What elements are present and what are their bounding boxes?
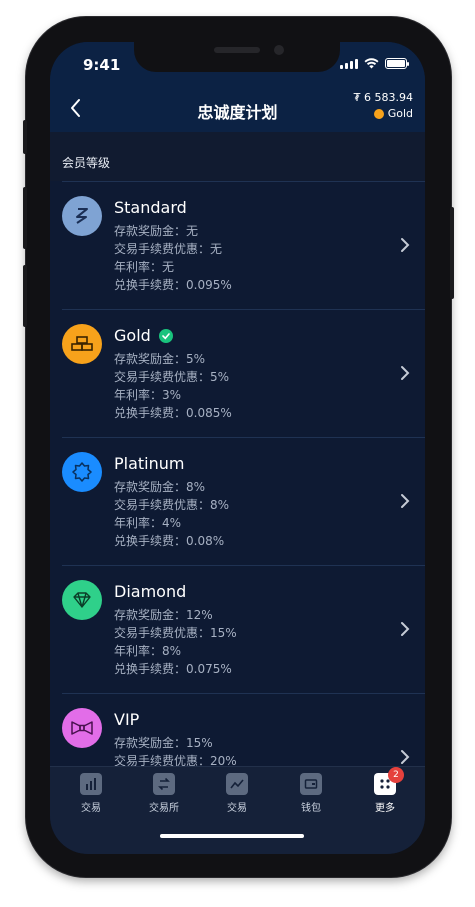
tab-trend[interactable]: 交易 [207,773,267,814]
tier-item-diamond[interactable]: Diamond 存款奖励金：12% 交易手续费优惠：15% 年利率：8% 兑换手… [62,565,425,693]
chevron-right-icon [401,238,410,252]
wallet-icon [300,773,322,795]
tab-label: 交易 [81,803,101,814]
exchange-icon [153,773,175,795]
volume-up-button [23,187,27,249]
annual-rate: 年利率：无 [114,260,175,274]
annual-rate: 年利率：8% [114,644,182,658]
tab-trade[interactable]: 交易 [61,773,121,814]
tab-exchange[interactable]: 交易所 [134,773,194,814]
account-balance[interactable]: ₮ 6 583.94 Gold [354,90,413,122]
exchange-fee: 兑换手续费：0.08% [114,534,225,548]
status-icons [340,58,409,69]
diamond-icon [62,580,102,620]
tier-details: 存款奖励金：12% 交易手续费优惠：15% 年利率：8% 兑换手续费：0.075… [114,606,237,678]
standard-icon [62,196,102,236]
exchange-fee: 兑换手续费：0.095% [114,278,232,292]
deposit-bonus: 存款奖励金：15% [114,736,213,750]
cellular-signal-icon [340,58,358,69]
mute-switch [23,120,27,154]
status-bar: 9:41 [50,42,425,86]
tier-item-gold[interactable]: Gold 存款奖励金：5% 交易手续费优惠：5% 年利率：3% 兑换手续费：0.… [62,309,425,437]
tier-name: Standard [114,198,187,217]
tier-item-standard[interactable]: Standard 存款奖励金：无 交易手续费优惠：无 年利率：无 兑换手续费：0… [62,181,425,309]
nav-bar: 忠诚度计划 ₮ 6 583.94 Gold [50,86,425,132]
camera [274,45,284,55]
tier-dot-icon [373,109,384,119]
app-screen: 9:41 忠诚度计划 ₮ 6 583.94 Gold 会员等级 Standard… [50,42,425,854]
tab-label: 更多 [375,803,395,814]
trading-fee-discount: 交易手续费优惠：5% [114,370,230,384]
tier-name: Diamond [114,582,187,601]
current-tier-check-icon [158,328,173,343]
bow-tie-icon [62,708,102,748]
tab-wallet[interactable]: 钱包 [281,773,341,814]
tab-more[interactable]: 2 更多 [355,767,415,814]
status-time: 9:41 [83,56,121,74]
current-tier-chip: Gold [354,106,413,122]
trend-icon [226,773,248,795]
speaker [214,47,260,53]
tier-name: Platinum [114,454,185,473]
tier-name: Gold [114,326,173,345]
tab-bar: 交易 交易所 交易 钱包 2 更多 [50,766,425,854]
power-button [450,207,454,299]
trading-fee-discount: 交易手续费优惠：无 [114,242,223,256]
notification-badge: 2 [388,767,404,783]
tab-label: 钱包 [301,803,321,814]
tier-details: 存款奖励金：5% 交易手续费优惠：5% 年利率：3% 兑换手续费：0.085% [114,350,232,422]
tier-details: 存款奖励金：8% 交易手续费优惠：8% 年利率：4% 兑换手续费：0.08% [114,478,229,550]
home-indicator[interactable] [160,834,304,838]
annual-rate: 年利率：4% [114,516,182,530]
tier-list: Standard 存款奖励金：无 交易手续费优惠：无 年利率：无 兑换手续费：0… [50,181,425,766]
deposit-bonus: 存款奖励金：5% [114,352,206,366]
tier-details: 存款奖励金：15% 交易手续费优惠：20% [114,734,237,766]
tier-name: VIP [114,710,140,729]
section-header: 会员等级 [50,132,425,181]
chevron-right-icon [401,366,410,380]
trading-fee-discount: 交易手续费优惠：15% [114,626,237,640]
exchange-fee: 兑换手续费：0.075% [114,662,232,676]
tab-label: 交易所 [149,803,179,814]
exchange-fee: 兑换手续费：0.085% [114,406,232,420]
chevron-right-icon [401,750,410,764]
deposit-bonus: 存款奖励金：12% [114,608,213,622]
tab-label: 交易 [227,803,247,814]
balance-amount: ₮ 6 583.94 [353,91,413,104]
tier-details: 存款奖励金：无 交易手续费优惠：无 年利率：无 兑换手续费：0.095% [114,222,232,294]
trading-fee-discount: 交易手续费优惠：20% [114,754,237,766]
battery-icon [385,58,409,69]
annual-rate: 年利率：3% [114,388,182,402]
dice-icon: 2 [374,767,404,795]
chart-icon [80,773,102,795]
notch [134,42,340,72]
deposit-bonus: 存款奖励金：8% [114,480,206,494]
trading-fee-discount: 交易手续费优惠：8% [114,498,230,512]
chevron-right-icon [401,494,410,508]
gold-bars-icon [62,324,102,364]
tier-item-vip[interactable]: VIP 存款奖励金：15% 交易手续费优惠：20% [62,693,425,766]
chevron-right-icon [401,622,410,636]
volume-down-button [23,265,27,327]
deposit-bonus: 存款奖励金：无 [114,224,199,238]
tier-item-platinum[interactable]: Platinum 存款奖励金：8% 交易手续费优惠：8% 年利率：4% 兑换手续… [62,437,425,565]
badge-icon [62,452,102,492]
current-tier-label: Gold [387,107,413,120]
wifi-icon [364,58,379,69]
